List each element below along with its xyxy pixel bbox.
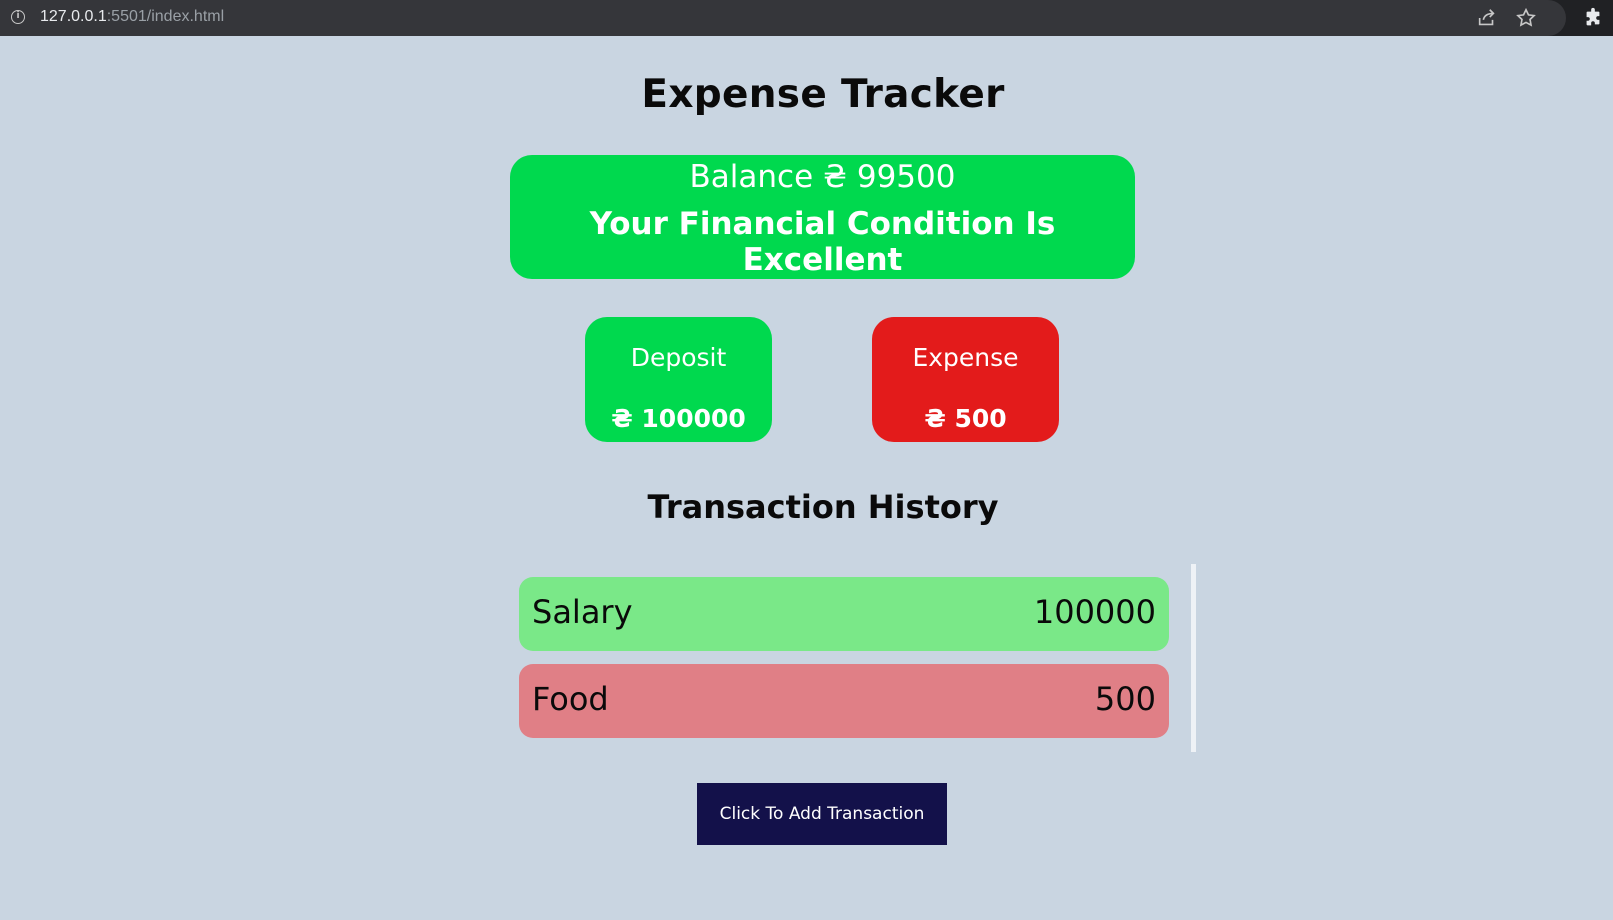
page-title: Expense Tracker <box>641 72 1005 117</box>
transaction-history-title: Transaction History <box>647 488 999 526</box>
transaction-list-scrollbar[interactable] <box>1191 564 1196 752</box>
transaction-list[interactable]: Salary 100000 Food 500 <box>518 564 1196 752</box>
expense-value: ₴ 500 <box>924 404 1007 433</box>
transaction-name: Salary <box>532 593 633 631</box>
extensions-icon[interactable] <box>1582 7 1604 29</box>
url-path: :5501/index.html <box>106 8 225 25</box>
share-icon[interactable] <box>1476 7 1498 29</box>
url-host: 127.0.0.1 <box>40 8 107 25</box>
transaction-row[interactable]: Food 500 <box>519 664 1169 738</box>
expense-label: Expense <box>912 343 1019 372</box>
transaction-amount: 500 <box>1094 680 1156 718</box>
expense-card: Expense ₴ 500 <box>872 317 1059 442</box>
transaction-amount: 100000 <box>1033 593 1156 631</box>
deposit-label: Deposit <box>630 343 727 372</box>
balance-card: Balance ₴ 99500 Your Financial Condition… <box>510 155 1135 279</box>
address-bar[interactable]: i 127.0.0.1:5501/index.html <box>0 0 1566 36</box>
deposit-card: Deposit ₴ 100000 <box>585 317 772 442</box>
add-transaction-button[interactable]: Click To Add Transaction <box>697 783 947 845</box>
star-icon[interactable] <box>1515 7 1537 29</box>
info-icon[interactable]: i <box>11 10 25 24</box>
url-text[interactable]: 127.0.0.1:5501/index.html <box>40 8 224 26</box>
deposit-value: ₴ 100000 <box>611 404 746 433</box>
balance-text: Balance ₴ 99500 <box>689 159 956 195</box>
transaction-name: Food <box>532 680 609 718</box>
browser-toolbar: i 127.0.0.1:5501/index.html <box>0 0 1613 36</box>
transaction-row[interactable]: Salary 100000 <box>519 577 1169 651</box>
financial-condition-text: Your Financial Condition Is Excellent <box>589 206 1056 278</box>
